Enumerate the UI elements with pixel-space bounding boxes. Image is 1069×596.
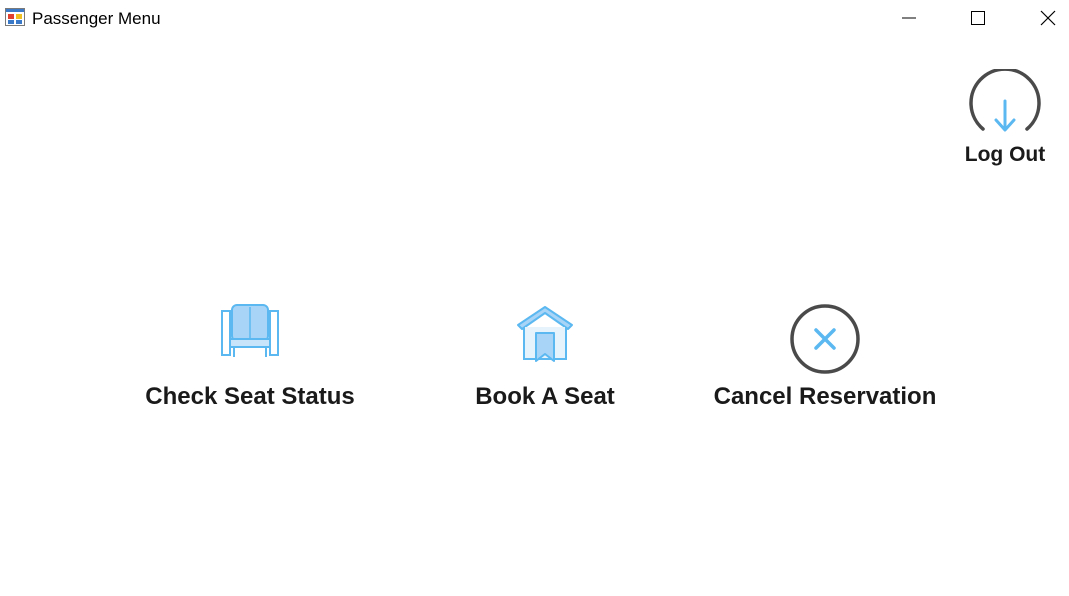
maximize-button[interactable] xyxy=(955,0,1001,36)
cancel-reservation-button[interactable]: Cancel Reservation xyxy=(700,303,950,423)
close-button[interactable] xyxy=(1025,0,1069,36)
check-seat-status-button[interactable]: Check Seat Status xyxy=(130,303,370,423)
book-a-seat-label: Book A Seat xyxy=(475,383,615,410)
cancel-reservation-label: Cancel Reservation xyxy=(713,383,937,410)
house-bookmark-icon xyxy=(517,306,573,362)
logout-label: Log Out xyxy=(964,143,1046,166)
minimize-button[interactable] xyxy=(886,0,932,36)
passenger-menu-window: Passenger Menu Log Out Check Seat Status… xyxy=(0,0,1069,596)
logout-button[interactable]: Log Out xyxy=(955,66,1055,181)
power-logout-icon xyxy=(969,69,1041,132)
minimize-icon xyxy=(902,17,916,19)
cancel-x-circle-icon xyxy=(790,304,860,374)
maximize-icon xyxy=(971,11,985,25)
seat-icon xyxy=(221,304,279,357)
form-app-icon xyxy=(5,8,25,26)
book-a-seat-button[interactable]: Book A Seat xyxy=(445,303,645,423)
check-seat-status-label: Check Seat Status xyxy=(145,383,355,410)
window-title: Passenger Menu xyxy=(32,9,161,28)
title-bar: Passenger Menu xyxy=(0,0,1069,36)
close-icon xyxy=(1040,10,1056,26)
